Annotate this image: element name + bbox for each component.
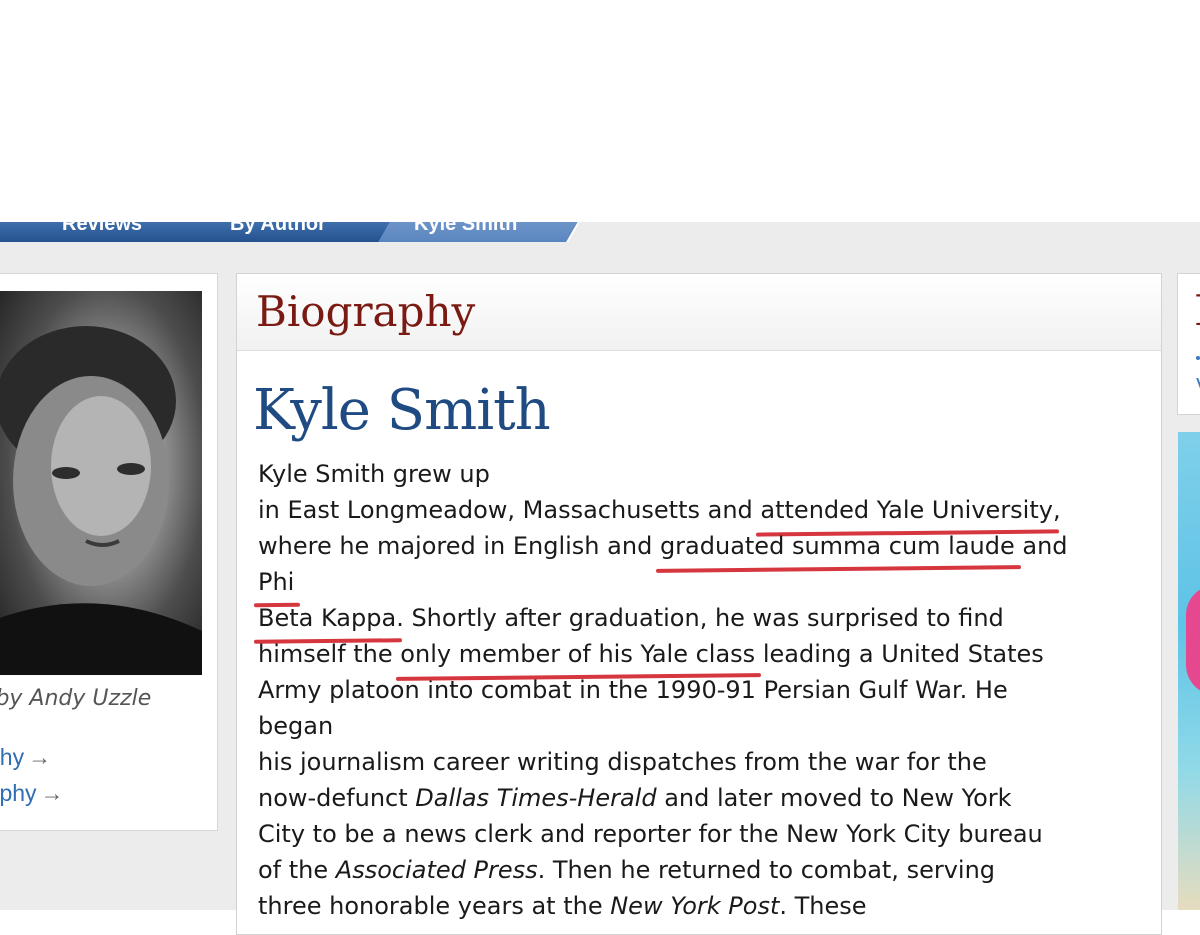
breadcrumb-label-kyle-smith[interactable]: Kyle Smith [414,222,517,236]
bio-line: began [258,708,1148,744]
section-heading: Biography [256,287,476,336]
bio-text-run: and later moved to New York [656,784,1012,812]
bio-text-run: , [1052,496,1061,524]
breadcrumb: Reviews By Author Kyle Smith [0,222,580,242]
annotated-underline-only-member: only member of his Yale class [400,636,755,672]
annotated-underline-yale: attended Yale University [760,492,1053,528]
bio-text-run: where he majored in English and [258,532,660,560]
bio-text-run: Kyle Smith grew up [258,460,490,488]
bullet-icon [1196,356,1200,360]
bio-line: City to be a news clerk and reporter for… [258,816,1148,852]
bio-text-run: . Shortly after graduation, he was surpr… [396,604,1004,632]
arrow-right-icon: → [28,744,52,770]
bio-text-run: . These [779,892,867,920]
photo-credit: o by Andy Uzzle [0,686,152,711]
arrow-right-icon: → [40,780,64,806]
bio-line: three honorable years at the New York Po… [258,888,1148,924]
blank-top-area [0,0,1200,222]
right-panel-link[interactable]: V [1196,374,1200,398]
publication-title: New York Post [610,892,780,920]
bio-text-run: leading a United States [755,640,1044,668]
breadcrumb-label-reviews[interactable]: Reviews [62,222,142,236]
bio-text-run: Army platoon into combat in the 1990-91 … [258,676,1008,704]
bio-text-run: three honorable years at the [258,892,611,920]
annotated-underline-beta-kappa: Beta Kappa [258,600,396,636]
bio-text-run: his journalism career writing dispatches… [258,748,987,776]
sidebar-link-1[interactable]: phy→ [0,744,51,771]
bio-line: Kyle Smith grew up [258,456,1148,492]
biography-text: Kyle Smith grew up in East Longmeadow, M… [258,456,1148,924]
bio-text-run: began [258,712,334,740]
annotated-underline-phi: Phi [258,564,294,600]
bio-line: of the Associated Press. Then he returne… [258,852,1148,888]
bio-line: Beta Kappa. Shortly after graduation, he… [258,600,1148,636]
bio-text-run: and [1014,532,1068,560]
bio-line: now-defunct Dallas Times-Herald and late… [258,780,1148,816]
biography-header: Biography [237,274,1161,351]
author-photo-illustration [0,326,202,675]
sidebar-link-2-label[interactable]: raphy [0,780,37,806]
breadcrumb-label-by-author[interactable]: By Author [230,222,326,236]
bio-text-run: of the [258,856,336,884]
publication-title: Dallas Times-Herald [415,784,657,812]
bio-text-run: in East Longmeadow, Massachusetts and [258,496,761,524]
annotated-underline-summa: graduated summa cum laude [660,528,1015,564]
bio-text-run: City to be a news clerk and reporter for… [258,820,1043,848]
bio-text-run: now-defunct [258,784,416,812]
bio-text-run: . Then he returned to combat, serving [537,856,996,884]
right-panel-heading: B [1194,286,1200,335]
bio-line: where he majored in English and graduate… [258,528,1148,564]
bio-line: his journalism career writing dispatches… [258,744,1148,780]
publication-title: Associated Press [335,856,538,884]
author-name: Kyle Smith [253,378,551,443]
biography-panel: Biography Kyle Smith Kyle Smith grew up … [236,273,1162,935]
author-photo-panel: o by Andy Uzzle phy→ raphy→ [0,273,218,831]
sidebar-link-2[interactable]: raphy→ [0,780,64,807]
sidebar-link-1-label[interactable]: phy [0,744,24,770]
author-photo [0,291,202,675]
bio-line: in East Longmeadow, Massachusetts and at… [258,492,1148,528]
bio-text-run: himself the [258,640,401,668]
